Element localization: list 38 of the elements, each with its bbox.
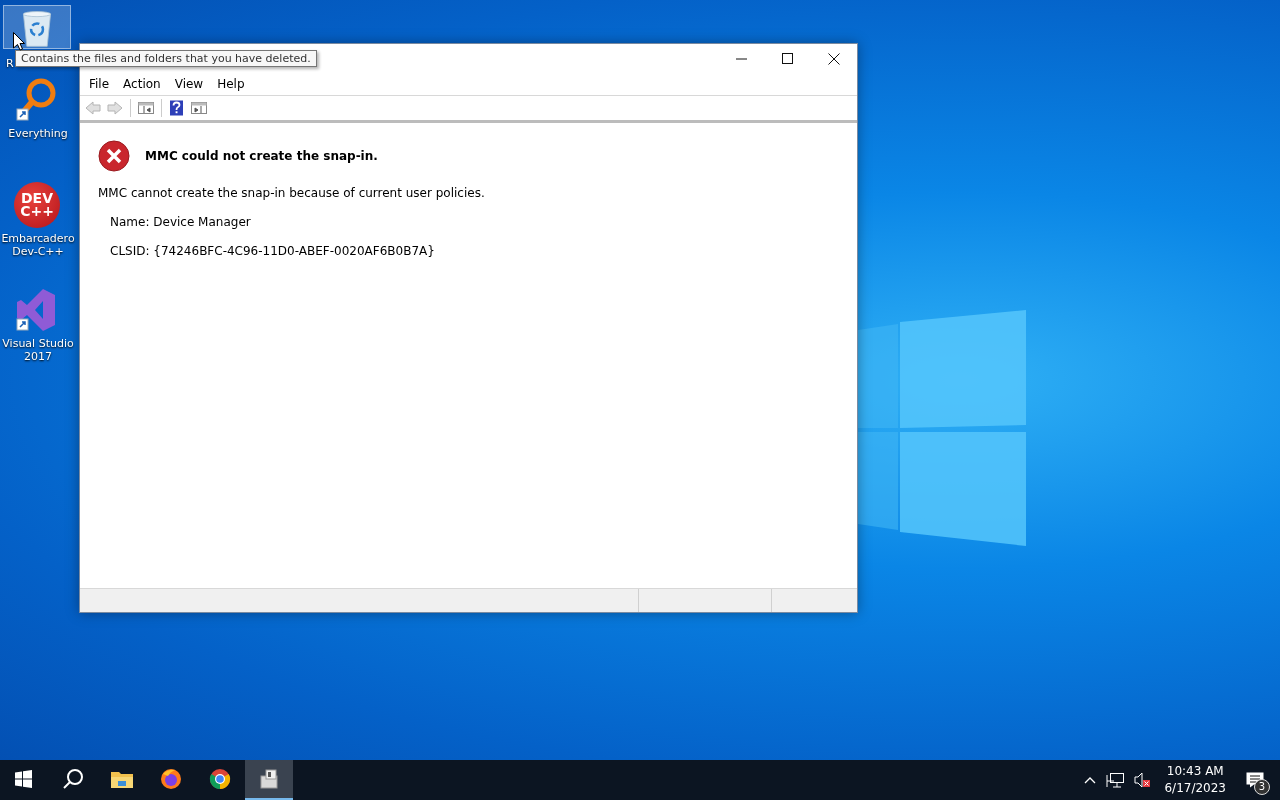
- windows-logo-icon: [15, 770, 33, 788]
- muted-speaker-icon[interactable]: [1134, 772, 1151, 788]
- network-icon[interactable]: [1106, 772, 1125, 788]
- maximize-icon: [782, 52, 794, 65]
- action-pane-icon: [191, 100, 207, 116]
- error-icon: [98, 140, 130, 172]
- firefox-icon: [160, 768, 182, 790]
- chrome-icon: [209, 768, 231, 790]
- clock[interactable]: 10:43 AM 6/17/2023: [1160, 762, 1230, 798]
- error-message: MMC cannot create the snap-in because of current user policies.: [98, 186, 486, 200]
- help-icon: [169, 100, 185, 116]
- icon-label[interactable]: Embarcadero Dev-C++: [0, 232, 75, 259]
- icon-label[interactable]: Everything: [6, 127, 68, 141]
- back-arrow-icon: [85, 100, 101, 116]
- forward-arrow-icon: [107, 100, 123, 116]
- mouse-pointer-icon: [13, 32, 25, 51]
- detail-line: Name: Device Manager: [109, 215, 252, 229]
- menu-item[interactable]: View: [168, 75, 210, 93]
- tooltip: Contains the files and folders that you have deleted.: [15, 50, 317, 67]
- folder-icon: [111, 769, 133, 789]
- search-icon: [63, 769, 83, 789]
- taskbar-button[interactable]: [245, 760, 293, 800]
- desktop-icon[interactable]: [3, 5, 71, 49]
- error-title: MMC could not create the snap-in.: [145, 149, 378, 163]
- menu-item[interactable]: Action: [117, 75, 167, 93]
- icon-label[interactable]: Visual Studio 2017: [0, 337, 74, 364]
- detail-line: CLSID: {74246BFC-4C96-11D0-ABEF-0020AF6B0B7A}: [109, 244, 436, 258]
- icon-label[interactable]: R: [0, 57, 14, 71]
- console-tree-icon: [138, 100, 154, 116]
- menu-item[interactable]: Help: [211, 75, 251, 93]
- desktop-icon[interactable]: DEV C++: [3, 178, 71, 230]
- notifications-button[interactable]: 3: [1240, 760, 1270, 800]
- chevron-up-icon[interactable]: [1084, 776, 1097, 784]
- close-icon: [828, 52, 840, 65]
- notification-count: 3: [1254, 779, 1270, 795]
- console-app-icon: [258, 768, 280, 790]
- dev-cpp-logo-icon[interactable]: DEV C++: [14, 182, 60, 228]
- menu-item[interactable]: File: [83, 75, 116, 93]
